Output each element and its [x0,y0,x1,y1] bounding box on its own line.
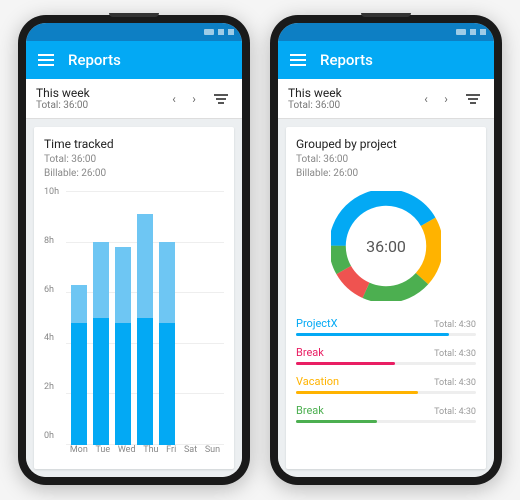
status-icon [228,29,234,35]
bar [93,191,109,445]
project-total: Total: 4:30 [434,349,476,359]
x-tick: Thu [143,445,158,455]
bar [159,191,175,445]
project-bar [296,391,476,394]
y-axis: 10h 8h 6h 4h 2h 0h [44,191,66,445]
appbar-title: Reports [320,51,373,69]
project-bar [296,362,476,365]
project-name: ProjectX [296,317,338,330]
bar-chart: 10h 8h 6h 4h 2h 0h Mon Tue Wed [44,191,224,463]
period-total: Total: 36:00 [36,100,164,111]
project-total: Total: 4:30 [434,378,476,388]
status-bar [26,23,242,41]
project-name: Break [296,346,324,359]
donut-center-label: 36:00 [331,191,441,301]
period-label: This week [36,86,164,100]
project-name: Vacation [296,375,339,388]
next-period-button[interactable]: › [184,89,204,109]
x-tick: Sat [184,445,197,455]
x-tick: Tue [95,445,110,455]
card-billable: Billable: 26:00 [296,167,476,181]
phone-left: Reports This week Total: 36:00 ‹ › Time … [18,15,250,485]
x-tick: Fri [166,445,176,455]
next-period-button[interactable]: › [436,89,456,109]
period-block[interactable]: This week Total: 36:00 [36,86,164,111]
x-tick: Mon [70,445,88,455]
project-item[interactable]: ProjectX Total: 4:30 [296,317,476,336]
grouped-card: Grouped by project Total: 36:00 Billable… [286,127,486,469]
bar [115,191,131,445]
period-label: This week [288,86,416,100]
card-billable: Billable: 26:00 [44,167,224,181]
project-total: Total: 4:30 [434,407,476,417]
status-bar [278,23,494,41]
content: Grouped by project Total: 36:00 Billable… [278,119,494,477]
screen: Reports This week Total: 36:00 ‹ › Time … [26,23,242,477]
bar [71,191,87,445]
x-axis: Mon Tue Wed Thu Fri Sat Sun [66,445,224,463]
card-title: Grouped by project [296,137,476,151]
prev-period-button[interactable]: ‹ [164,89,184,109]
project-item[interactable]: Break Total: 4:30 [296,346,476,365]
menu-icon[interactable] [290,54,306,66]
app-bar: Reports [26,41,242,79]
filter-icon[interactable] [462,94,484,104]
time-tracked-card: Time tracked Total: 36:00 Billable: 26:0… [34,127,234,469]
status-icon [218,29,224,35]
x-tick: Sun [205,445,220,455]
y-tick: 8h [44,236,66,246]
bar [203,191,219,445]
prev-period-button[interactable]: ‹ [416,89,436,109]
bar [137,191,153,445]
y-tick: 0h [44,431,66,441]
card-title: Time tracked [44,137,224,151]
x-tick: Wed [118,445,136,455]
screen: Reports This week Total: 36:00 ‹ › Group… [278,23,494,477]
status-icon [480,29,486,35]
subheader: This week Total: 36:00 ‹ › [278,79,494,119]
app-bar: Reports [278,41,494,79]
card-total: Total: 36:00 [296,153,476,167]
y-tick: 6h [44,285,66,295]
appbar-title: Reports [68,51,121,69]
phone-right: Reports This week Total: 36:00 ‹ › Group… [270,15,502,485]
bar [181,191,197,445]
status-icon [204,29,214,35]
donut-chart: 36:00 [296,191,476,301]
y-tick: 2h [44,382,66,392]
y-tick: 10h [44,187,66,197]
y-tick: 4h [44,333,66,343]
project-bar [296,420,476,423]
project-list: ProjectXTotal: 4:30BreakTotal: 4:30Vacat… [296,317,476,423]
project-bar [296,333,476,336]
period-block[interactable]: This week Total: 36:00 [288,86,416,111]
project-item[interactable]: Break Total: 4:30 [296,404,476,423]
content: Time tracked Total: 36:00 Billable: 26:0… [26,119,242,477]
period-total: Total: 36:00 [288,100,416,111]
bars [66,191,224,445]
filter-icon[interactable] [210,94,232,104]
project-total: Total: 4:30 [434,320,476,330]
project-item[interactable]: Vacation Total: 4:30 [296,375,476,394]
status-icon [456,29,466,35]
subheader: This week Total: 36:00 ‹ › [26,79,242,119]
card-total: Total: 36:00 [44,153,224,167]
menu-icon[interactable] [38,54,54,66]
project-name: Break [296,404,324,417]
status-icon [470,29,476,35]
